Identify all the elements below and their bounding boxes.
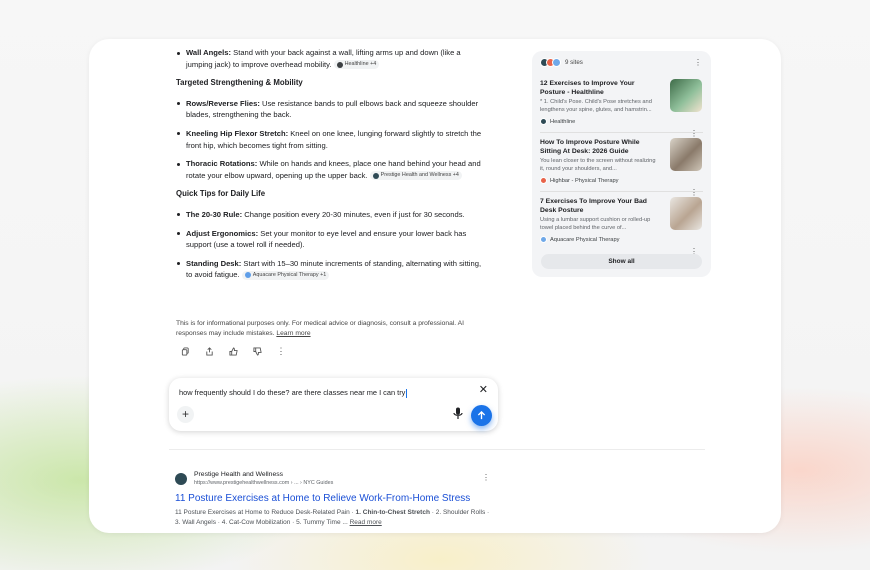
- source-site-name: Highbar - Physical Therapy: [550, 177, 619, 184]
- ai-disclaimer: This is for informational purposes only.…: [176, 319, 496, 338]
- source-card[interactable]: How To Improve Posture While Sitting At …: [540, 138, 702, 197]
- citation-chip[interactable]: Healthline +4: [333, 60, 380, 70]
- source-description: Using a lumbar support cushion or rolled…: [540, 217, 651, 231]
- thumbs-up-icon[interactable]: [228, 346, 238, 356]
- source-site-name: Healthline: [550, 118, 576, 125]
- sources-count: 9 sites: [565, 59, 583, 66]
- list-item: Wall Angels: Stand with your back agains…: [176, 47, 486, 70]
- healthline-icon: [336, 61, 343, 68]
- source-site-name: Aquacare Physical Therapy: [550, 236, 620, 243]
- source-card[interactable]: 12 Exercises to Improve Your Posture - H…: [540, 79, 702, 138]
- source-thumbnail: [670, 79, 702, 112]
- aquacare-icon: [540, 236, 547, 244]
- source-thumbnail: [670, 138, 702, 171]
- list-item: Standing Desk: Start with 15–30 minute i…: [176, 258, 486, 281]
- add-button[interactable]: +: [177, 406, 194, 423]
- sources-panel: 9 sites ⋮ 12 Exercises to Improve Your P…: [532, 51, 711, 277]
- item-title: Kneeling Hip Flexor Stretch:: [186, 128, 289, 138]
- list-item: The 20-30 Rule: Change position every 20…: [176, 209, 486, 221]
- source-title: How To Improve Posture While Sitting At …: [540, 139, 640, 155]
- ai-answer: Wall Angels: Stand with your back agains…: [176, 47, 486, 288]
- citation-label: Aquacare Physical Therapy +1: [252, 271, 327, 278]
- source-site: Aquacare Physical Therapy: [540, 236, 702, 244]
- item-title: Adjust Ergonomics:: [186, 228, 259, 238]
- source-thumbnail: [670, 197, 702, 230]
- read-more-link[interactable]: Read more: [350, 519, 382, 526]
- answer-list-3: The 20-30 Rule: Change position every 20…: [176, 209, 486, 281]
- divider: [540, 132, 703, 133]
- list-item: Kneeling Hip Flexor Stretch: Kneel on on…: [176, 128, 486, 151]
- microphone-icon[interactable]: [453, 407, 463, 420]
- highbar-icon: [540, 177, 547, 185]
- item-title: Rows/Reverse Flies:: [186, 98, 260, 108]
- divider: [169, 449, 705, 450]
- sources-header[interactable]: 9 sites: [540, 58, 583, 67]
- citation-chip[interactable]: Aquacare Physical Therapy +1: [241, 270, 330, 280]
- source-title: 12 Exercises to Improve Your Posture - H…: [540, 80, 635, 96]
- list-item: Adjust Ergonomics: Set your monitor to e…: [176, 228, 486, 251]
- section-heading: Targeted Strengthening & Mobility: [176, 78, 303, 88]
- divider: [540, 191, 703, 192]
- more-options-icon[interactable]: ⋮: [482, 473, 490, 482]
- citation-label: Prestige Health and Wellness +4: [380, 172, 459, 179]
- aquacare-icon: [244, 272, 251, 279]
- search-results-card: Wall Angels: Stand with your back agains…: [89, 39, 781, 533]
- list-item: Thoracic Rotations: While on hands and k…: [176, 158, 486, 181]
- show-all-button[interactable]: Show all: [541, 254, 702, 269]
- healthline-icon: [540, 118, 547, 126]
- more-options-icon[interactable]: ⋮: [276, 346, 286, 356]
- source-description: * 1. Child's Pose. Child's Pose stretche…: [540, 99, 652, 113]
- thumbs-down-icon[interactable]: [252, 346, 262, 356]
- item-title: Standing Desk:: [186, 258, 242, 268]
- source-site: Highbar - Physical Therapy: [540, 177, 702, 185]
- citation-chip[interactable]: Prestige Health and Wellness +4: [369, 171, 462, 181]
- follow-up-composer: how frequently should I do these? are th…: [169, 378, 498, 431]
- list-item: Rows/Reverse Flies: Use resistance bands…: [176, 98, 486, 121]
- source-title: 7 Exercises To Improve Your Bad Desk Pos…: [540, 198, 647, 214]
- item-title: The 20-30 Rule:: [186, 209, 243, 219]
- item-title: Thoracic Rotations:: [186, 159, 258, 169]
- site-logo-icon: [175, 473, 187, 485]
- learn-more-link[interactable]: Learn more: [276, 330, 310, 337]
- copy-icon[interactable]: [180, 346, 190, 356]
- result-title-link[interactable]: 11 Posture Exercises at Home to Relieve …: [175, 492, 495, 505]
- citation-label: Healthline +4: [344, 61, 377, 68]
- answer-list-1: Wall Angels: Stand with your back agains…: [176, 47, 486, 70]
- share-icon[interactable]: [204, 346, 214, 356]
- site-favicon-icon: [552, 58, 561, 67]
- prestige-icon: [372, 172, 379, 179]
- search-result: Prestige Health and Wellness https://www…: [175, 470, 495, 528]
- arrow-up-icon: [477, 411, 486, 420]
- source-site: Healthline: [540, 118, 702, 126]
- item-title: Wall Angels:: [186, 48, 232, 57]
- send-button[interactable]: [471, 405, 492, 426]
- source-card[interactable]: 7 Exercises To Improve Your Bad Desk Pos…: [540, 197, 702, 256]
- query-input[interactable]: how frequently should I do these? are th…: [179, 388, 407, 398]
- result-snippet: 11 Posture Exercises at Home to Reduce D…: [175, 508, 495, 528]
- section-heading: Quick Tips for Daily Life: [176, 189, 266, 199]
- item-text: Change position every 20-30 minutes, eve…: [244, 209, 465, 219]
- source-description: You lean closer to the screen without re…: [540, 158, 656, 172]
- result-url[interactable]: https://www.prestigehealthwellness.com ›…: [194, 479, 495, 487]
- close-icon[interactable]: ✕: [479, 385, 488, 396]
- answer-actions: ⋮: [180, 346, 286, 356]
- snippet-text: 11 Posture Exercises at Home to Reduce D…: [175, 509, 350, 516]
- more-options-icon[interactable]: ⋮: [694, 59, 702, 67]
- disclaimer-text: This is for informational purposes only.…: [176, 320, 464, 337]
- answer-list-2: Rows/Reverse Flies: Use resistance bands…: [176, 98, 486, 182]
- snippet-highlight: 1. Chin-to-Chest Stretch: [355, 509, 430, 516]
- result-site-name[interactable]: Prestige Health and Wellness: [194, 470, 495, 479]
